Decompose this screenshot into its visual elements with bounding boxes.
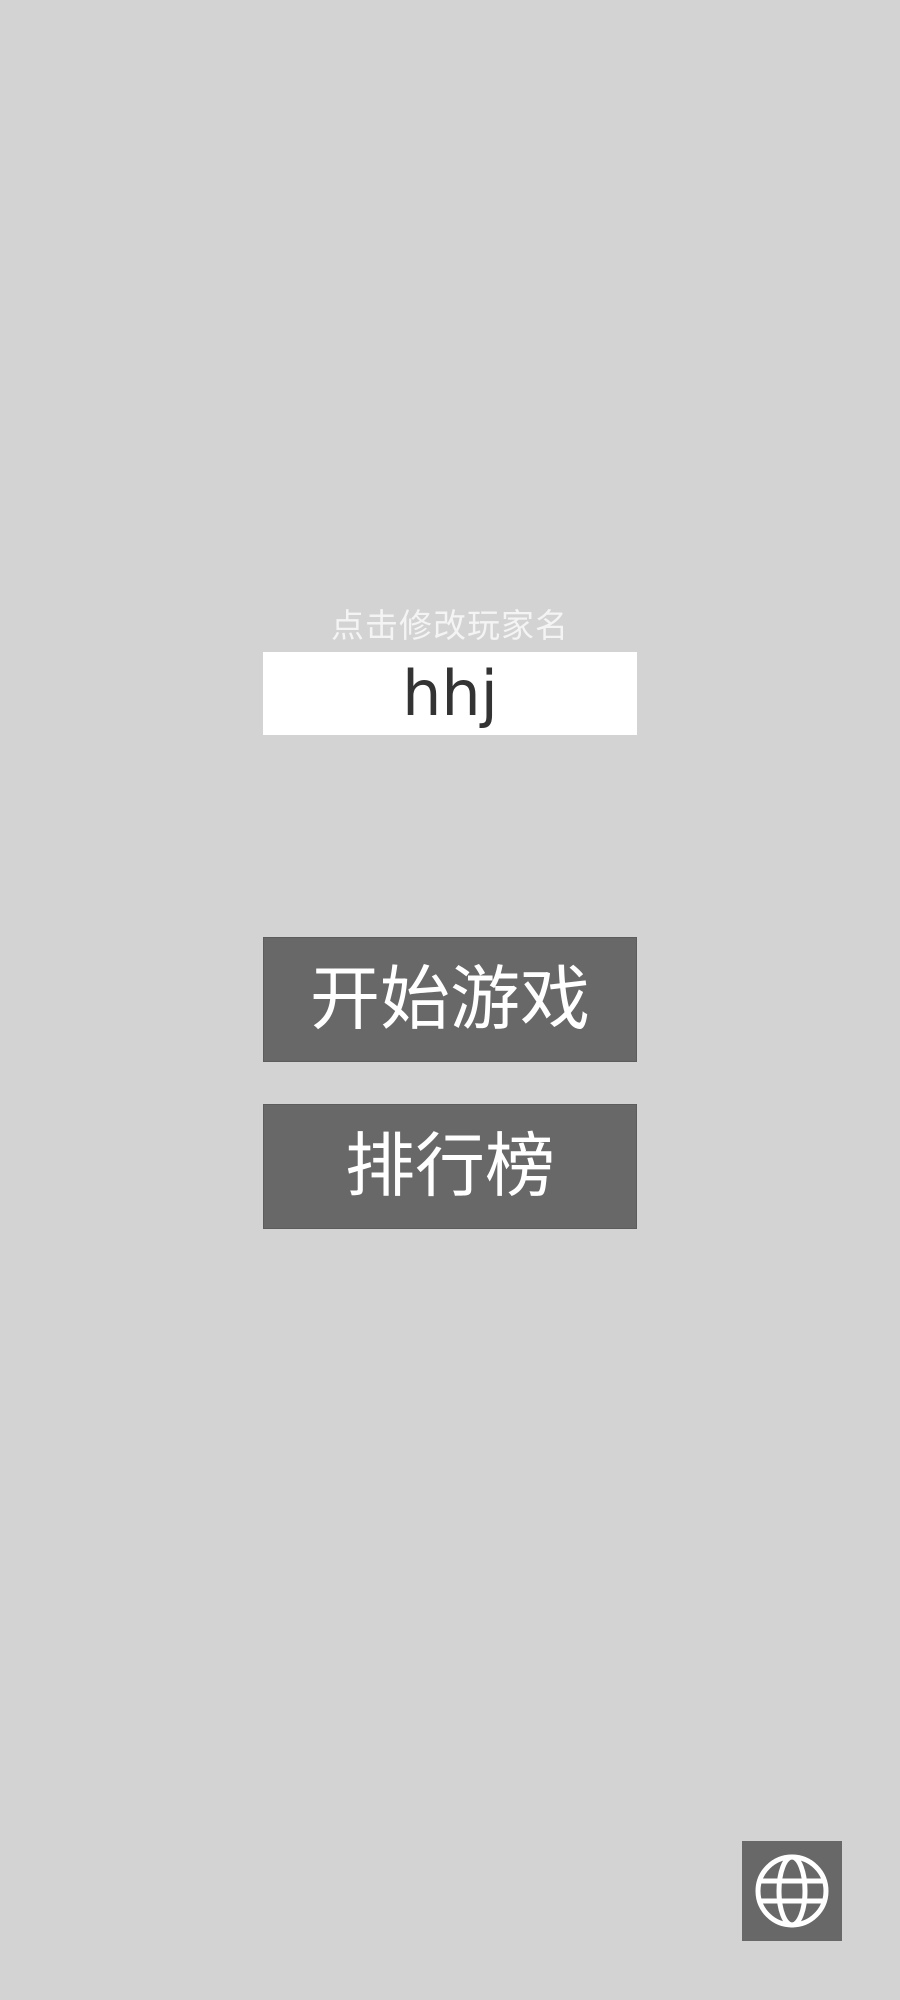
leaderboard-button[interactable]: 排行榜	[263, 1104, 637, 1229]
player-name-hint: 点击修改玩家名	[331, 606, 569, 645]
start-game-button[interactable]: 开始游戏	[263, 937, 637, 1062]
language-button[interactable]	[742, 1841, 842, 1941]
globe-icon	[755, 1854, 829, 1928]
player-name-input[interactable]	[263, 652, 637, 735]
